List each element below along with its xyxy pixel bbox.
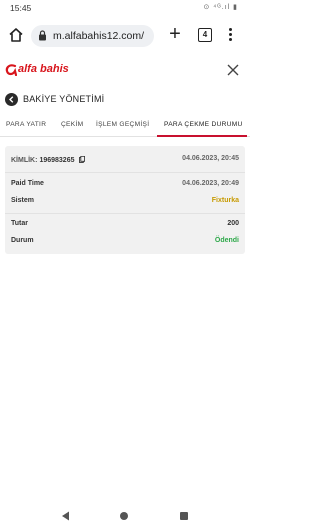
amount-label: Tutar bbox=[11, 220, 28, 227]
tab-bar: PARA YATIR ÇEKİM İŞLEM GEÇMİŞİ PARA ÇEKM… bbox=[0, 116, 250, 137]
tab-withdraw[interactable]: ÇEKİM bbox=[61, 121, 83, 128]
divider bbox=[5, 213, 245, 214]
tab-transaction-history[interactable]: İŞLEM GEÇMİŞİ bbox=[96, 121, 149, 128]
status-badge: Ödendi bbox=[214, 237, 239, 244]
record-id-row: KİMLİK: 196983265 04.06.2023, 20:45 bbox=[11, 155, 239, 167]
amount-value: 200 bbox=[227, 220, 239, 227]
close-icon bbox=[227, 64, 239, 76]
system-row: Sistem Fixturka bbox=[11, 197, 239, 209]
url-text: m.alfabahis12.com/ bbox=[53, 30, 145, 42]
withdrawal-record-card: KİMLİK: 196983265 04.06.2023, 20:45 Paid … bbox=[5, 146, 245, 254]
menu-dot-icon bbox=[228, 28, 232, 31]
system-label: Sistem bbox=[11, 197, 34, 204]
paid-time-value: 04.06.2023, 20:49 bbox=[182, 180, 239, 187]
tab-withdrawal-status[interactable]: PARA ÇEKME DURUMU bbox=[164, 121, 243, 128]
paid-time-row: Paid Time 04.06.2023, 20:49 bbox=[11, 180, 239, 192]
menu-dot-icon bbox=[228, 33, 232, 36]
record-id-label: KİMLİK: 196983265 bbox=[11, 155, 85, 164]
alfa-logo-icon bbox=[5, 64, 17, 76]
site-logo-text[interactable]: alfa bahis bbox=[18, 63, 69, 75]
status-row: Durum Ödendi bbox=[11, 237, 239, 249]
menu-dot-icon bbox=[228, 38, 232, 41]
record-id-label-text: KİMLİK: bbox=[11, 157, 38, 164]
system-nav-bar bbox=[0, 504, 250, 528]
divider bbox=[5, 172, 245, 173]
record-id-value: 196983265 bbox=[39, 157, 75, 164]
nav-home-icon[interactable] bbox=[120, 512, 128, 520]
status-icons: ⊙ ⁴ᴳ.ıl ▮ bbox=[203, 4, 238, 11]
home-icon bbox=[9, 28, 23, 42]
browser-menu-button[interactable] bbox=[226, 27, 234, 43]
amount-row: Tutar 200 bbox=[11, 220, 239, 232]
paid-time-label: Paid Time bbox=[11, 180, 44, 187]
system-value: Fixturka bbox=[211, 197, 239, 204]
tab-switcher-button[interactable]: 4 bbox=[198, 28, 212, 42]
status-label: Durum bbox=[11, 237, 34, 244]
address-bar[interactable]: m.alfabahis12.com/ bbox=[31, 25, 154, 47]
status-bar: 15:45 ⊙ ⁴ᴳ.ıl ▮ bbox=[0, 0, 250, 16]
chevron-left-icon bbox=[8, 96, 14, 103]
home-button[interactable] bbox=[7, 26, 25, 44]
copy-icon[interactable] bbox=[78, 155, 85, 163]
active-tab-indicator bbox=[157, 135, 247, 137]
tab-deposit[interactable]: PARA YATIR bbox=[6, 121, 46, 128]
status-time: 15:45 bbox=[10, 3, 32, 13]
back-button[interactable] bbox=[5, 93, 18, 106]
browser-toolbar: m.alfabahis12.com/ + 4 bbox=[0, 18, 250, 56]
page-title: BAKİYE YÖNETİMİ bbox=[23, 94, 105, 104]
nav-back-icon[interactable] bbox=[61, 511, 70, 521]
site-header: alfa bahis bbox=[0, 58, 250, 82]
nav-recents-icon[interactable] bbox=[180, 512, 188, 520]
record-date: 04.06.2023, 20:45 bbox=[182, 155, 239, 162]
close-button[interactable] bbox=[226, 63, 240, 77]
new-tab-button[interactable]: + bbox=[166, 24, 184, 44]
lock-icon bbox=[39, 30, 46, 41]
